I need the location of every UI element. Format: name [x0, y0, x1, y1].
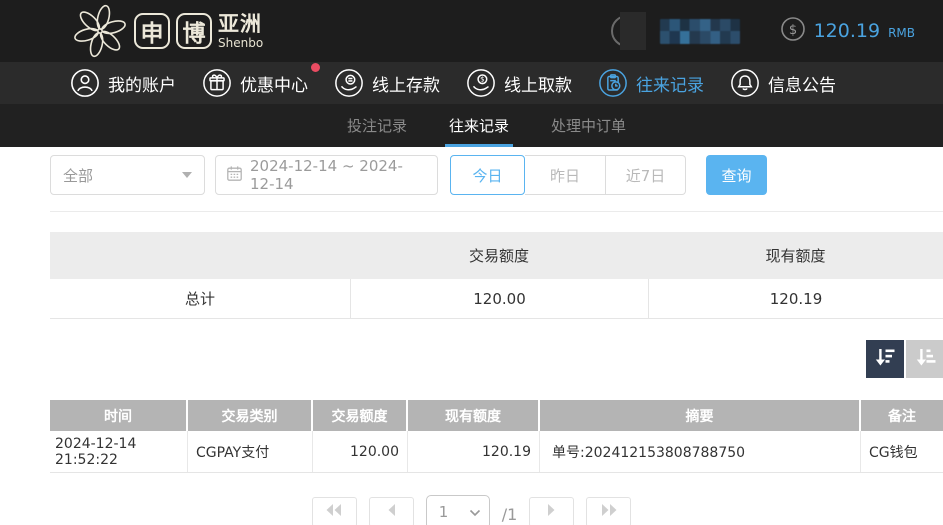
- cell-type: CGPAY支付: [188, 431, 313, 472]
- today-button[interactable]: 今日: [450, 155, 525, 195]
- cell-note: CG钱包: [861, 431, 943, 472]
- total-pages-label: /1: [502, 505, 518, 524]
- summary-header-row: 交易额度 现有额度: [50, 232, 943, 279]
- sort-descending-button[interactable]: [866, 340, 904, 378]
- sort-controls: [866, 340, 943, 378]
- records-icon: [598, 68, 628, 98]
- svg-text:$: $: [480, 75, 484, 84]
- quick-date-group: 今日 昨日 近7日: [450, 155, 686, 195]
- records-table: 时间 交易类别 交易额度 现有额度 摘要 备注 2024-12-14 21:52…: [50, 400, 943, 473]
- cell-time: 2024-12-14 21:52:22: [50, 431, 188, 472]
- chevron-right-icon: [546, 502, 558, 522]
- summary-header-transaction-amount: 交易额度: [350, 245, 648, 266]
- header-type: 交易类别: [188, 400, 313, 431]
- header-transaction-amount: 交易额度: [313, 400, 408, 431]
- summary-total-row: 总计 120.00 120.19: [50, 279, 943, 319]
- records-header-row: 时间 交易类别 交易额度 现有额度 摘要 备注: [50, 400, 943, 431]
- top-bar: 申 博 亚洲 Shenbo $: [0, 0, 943, 62]
- summary-transaction-amount: 120.00: [350, 279, 648, 318]
- deposit-icon: [334, 68, 364, 98]
- table-row: 2024-12-14 21:52:22 CGPAY支付 120.00 120.1…: [50, 431, 943, 473]
- logo-subtitle: Shenbo: [218, 37, 263, 49]
- date-range-input[interactable]: 2024-12-14 ~ 2024-12-14: [215, 155, 438, 195]
- summary-table: 交易额度 现有额度 总计 120.00 120.19: [50, 232, 943, 319]
- svg-text:$: $: [788, 23, 796, 38]
- double-chevron-right-icon: [599, 502, 619, 522]
- date-range-value: 2024-12-14 ~ 2024-12-14: [250, 157, 427, 193]
- nav-item-transaction-records[interactable]: 往来记录: [598, 68, 704, 98]
- header-note: 备注: [861, 400, 943, 431]
- logo-region: 亚洲: [218, 14, 263, 35]
- avatar-blur-patch: [620, 12, 646, 50]
- type-select[interactable]: 全部: [50, 155, 205, 195]
- summary-total-label: 总计: [50, 288, 350, 309]
- balance-amount: 120.19: [814, 20, 880, 42]
- search-button[interactable]: 查询: [706, 155, 767, 195]
- gift-icon: [202, 68, 232, 98]
- bell-icon: [730, 68, 760, 98]
- calendar-icon: [226, 165, 243, 186]
- last-page-button[interactable]: [586, 497, 631, 525]
- nav-item-promotions[interactable]: 优惠中心: [202, 68, 308, 98]
- nav-label: 往来记录: [636, 71, 704, 96]
- flower-logo-icon: [72, 3, 128, 59]
- first-page-button[interactable]: [312, 497, 357, 525]
- main-nav: 我的账户 优惠中心: [0, 62, 943, 104]
- nav-item-withdraw[interactable]: $ 线上取款: [466, 68, 572, 98]
- logo-char-bo: 博: [176, 13, 212, 49]
- nav-label: 我的账户: [108, 71, 176, 96]
- sub-nav: 投注记录 往来记录 处理中订单: [0, 104, 943, 147]
- yesterday-button[interactable]: 昨日: [525, 155, 606, 195]
- site-logo[interactable]: 申 博 亚洲 Shenbo: [72, 3, 263, 59]
- nav-item-announcements[interactable]: 信息公告: [730, 68, 836, 98]
- sort-ascending-icon: [914, 345, 938, 373]
- chevron-down-icon: [469, 503, 481, 521]
- cell-summary: 单号:202412153808788750: [540, 431, 861, 472]
- nav-item-deposit[interactable]: 线上存款: [334, 68, 440, 98]
- chevron-left-icon: [385, 502, 397, 522]
- user-icon: [70, 68, 100, 98]
- nav-label: 信息公告: [768, 71, 836, 96]
- nav-label: 线上存款: [372, 71, 440, 96]
- masked-username: [660, 19, 740, 44]
- user-area: $ 120.19 RMB: [608, 0, 915, 62]
- balance-currency: RMB: [888, 26, 915, 40]
- tab-betting-records[interactable]: 投注记录: [347, 104, 407, 147]
- cell-transaction-amount: 120.00: [313, 431, 408, 472]
- page-select[interactable]: 1: [426, 495, 490, 525]
- pagination: 1 /1: [0, 497, 943, 525]
- tab-transaction-records[interactable]: 往来记录: [449, 104, 509, 147]
- double-chevron-left-icon: [324, 502, 344, 522]
- section-divider: [50, 211, 943, 212]
- filter-bar: 全部 2024-12-14 ~ 2024-12-14 今日 昨日 近7日 查询: [50, 155, 767, 195]
- sort-ascending-button[interactable]: [906, 340, 943, 378]
- summary-header-current-amount: 现有额度: [648, 245, 943, 266]
- tab-processing-orders[interactable]: 处理中订单: [551, 104, 626, 147]
- page-select-value: 1: [439, 503, 449, 521]
- nav-label: 线上取款: [504, 71, 572, 96]
- last7days-button[interactable]: 近7日: [606, 155, 686, 195]
- prev-page-button[interactable]: [369, 497, 414, 525]
- header-current-amount: 现有额度: [408, 400, 540, 431]
- chevron-down-icon: [182, 172, 192, 178]
- type-select-value: 全部: [63, 165, 93, 186]
- dollar-coin-icon: $: [780, 16, 806, 46]
- sort-descending-icon: [873, 345, 897, 373]
- header-summary: 摘要: [540, 400, 861, 431]
- header-time: 时间: [50, 400, 188, 431]
- withdraw-icon: $: [466, 68, 496, 98]
- balance-display: $ 120.19 RMB: [780, 16, 915, 46]
- next-page-button[interactable]: [529, 497, 574, 525]
- nav-label: 优惠中心: [240, 71, 308, 96]
- avatar[interactable]: [608, 12, 646, 50]
- logo-char-shen: 申: [134, 13, 170, 49]
- cell-current-amount: 120.19: [408, 431, 540, 472]
- notification-dot-badge: [311, 63, 320, 72]
- nav-item-my-account[interactable]: 我的账户: [70, 68, 176, 98]
- page: 申 博 亚洲 Shenbo $: [0, 0, 943, 525]
- summary-current-amount: 120.19: [648, 279, 943, 318]
